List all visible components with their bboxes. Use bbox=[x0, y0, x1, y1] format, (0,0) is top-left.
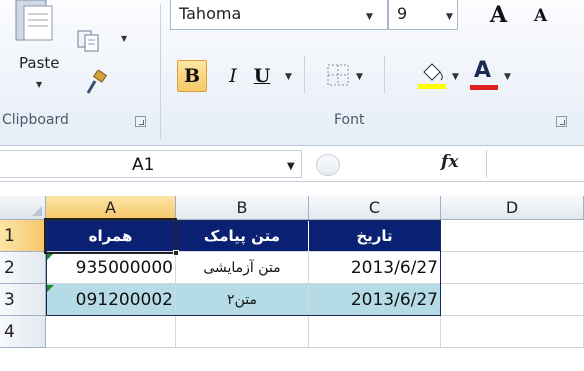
error-indicator-icon[interactable] bbox=[47, 285, 54, 292]
worksheet-grid: A B C D 1 2 3 4 همراه متن پیامک تاریخ 93… bbox=[0, 182, 584, 371]
font-name-dropdown-icon[interactable]: ▼ bbox=[366, 12, 373, 22]
fill-color-dropdown-icon[interactable]: ▼ bbox=[452, 72, 459, 82]
copy-icon[interactable] bbox=[77, 30, 107, 52]
cell-d3[interactable] bbox=[441, 284, 584, 316]
column-header-c[interactable]: C bbox=[309, 196, 441, 220]
cell-b4[interactable] bbox=[176, 316, 309, 348]
cell-d2[interactable] bbox=[441, 252, 584, 284]
error-indicator-icon[interactable] bbox=[47, 253, 54, 260]
cell-b3[interactable]: متن۲ bbox=[176, 284, 309, 316]
button-divider bbox=[304, 56, 305, 94]
name-box[interactable]: A1 ▼ bbox=[0, 150, 302, 178]
cell-a1-text: همراه bbox=[88, 226, 133, 245]
cell-c3[interactable]: 2013/6/27 bbox=[309, 284, 441, 316]
copy-dropdown-icon[interactable]: ▼ bbox=[121, 34, 127, 43]
bold-button[interactable]: B bbox=[177, 60, 207, 92]
font-name-combo[interactable]: Tahoma bbox=[170, 0, 388, 30]
cell-b1-text: متن پیامک bbox=[203, 226, 281, 245]
cell-b3-text: متن۲ bbox=[227, 291, 257, 308]
row-header-3[interactable]: 3 bbox=[0, 284, 46, 316]
font-group-label: Font bbox=[334, 112, 365, 128]
paste-button[interactable]: Paste bbox=[19, 54, 60, 72]
fill-color-icon[interactable] bbox=[418, 60, 446, 90]
row-header-4[interactable]: 4 bbox=[0, 316, 46, 348]
clipboard-dialog-launcher-icon[interactable] bbox=[135, 116, 146, 127]
grow-font-button[interactable]: A bbox=[490, 2, 507, 28]
cell-d4[interactable] bbox=[441, 316, 584, 348]
insert-function-button[interactable]: fx bbox=[441, 152, 458, 172]
clipboard-group-label: Clipboard bbox=[2, 112, 69, 128]
cell-c2-text: 2013/6/27 bbox=[350, 257, 438, 278]
ribbon: Paste ▼ ▼ Clipboard Tahoma ▼ 9 ▼ A A B I bbox=[0, 0, 584, 146]
button-divider bbox=[384, 56, 385, 94]
row-header-1[interactable]: 1 bbox=[0, 220, 46, 252]
font-dialog-launcher-icon[interactable] bbox=[556, 116, 567, 127]
paste-icon[interactable] bbox=[14, 0, 54, 42]
cell-a4[interactable] bbox=[46, 316, 176, 348]
italic-button[interactable]: I bbox=[221, 60, 245, 92]
font-color-icon: A bbox=[474, 58, 492, 83]
formula-bar: A1 ▼ fx bbox=[0, 146, 584, 182]
format-painter-icon[interactable] bbox=[85, 70, 107, 96]
formula-bar-resize-handle[interactable] bbox=[316, 154, 340, 176]
shrink-font-button[interactable]: A bbox=[534, 6, 547, 26]
column-header-d[interactable]: D bbox=[441, 196, 584, 220]
cell-b2-text: متن آزمایشی bbox=[203, 259, 281, 276]
row-header-2[interactable]: 2 bbox=[0, 252, 46, 284]
underline-button[interactable]: U bbox=[250, 60, 274, 92]
cell-a3[interactable]: 091200002 bbox=[46, 284, 176, 316]
column-header-a[interactable]: A bbox=[46, 196, 176, 220]
borders-dropdown-icon[interactable]: ▼ bbox=[356, 72, 363, 82]
cell-a3-text: 091200002 bbox=[75, 289, 173, 310]
cell-a2[interactable]: 935000000 bbox=[46, 252, 176, 284]
cell-b1[interactable]: متن پیامک bbox=[176, 220, 309, 252]
cell-c2[interactable]: 2013/6/27 bbox=[309, 252, 441, 284]
cell-a2-text: 935000000 bbox=[75, 257, 173, 278]
paste-dropdown-icon[interactable]: ▼ bbox=[36, 80, 42, 89]
cell-c1-text: تاریخ bbox=[356, 226, 393, 245]
cell-c4[interactable] bbox=[309, 316, 441, 348]
cell-c3-text: 2013/6/27 bbox=[350, 289, 438, 310]
font-color-swatch bbox=[470, 85, 498, 90]
font-color-button[interactable]: A bbox=[470, 58, 498, 92]
font-size-value: 9 bbox=[397, 4, 408, 23]
select-all-button[interactable] bbox=[0, 196, 46, 220]
cell-a1[interactable]: همراه bbox=[46, 220, 176, 252]
cell-b2[interactable]: متن آزمایشی bbox=[176, 252, 309, 284]
name-box-dropdown-icon[interactable]: ▼ bbox=[287, 161, 295, 172]
font-color-dropdown-icon[interactable]: ▼ bbox=[504, 72, 511, 82]
fill-handle[interactable] bbox=[173, 250, 179, 256]
font-size-dropdown-icon[interactable]: ▼ bbox=[446, 12, 453, 22]
borders-icon[interactable] bbox=[327, 64, 349, 86]
group-divider bbox=[160, 4, 161, 139]
formula-input[interactable] bbox=[486, 150, 584, 178]
cell-c1[interactable]: تاریخ bbox=[309, 220, 441, 252]
column-header-b[interactable]: B bbox=[176, 196, 309, 220]
cell-d1[interactable] bbox=[441, 220, 584, 252]
name-box-value: A1 bbox=[132, 155, 155, 175]
underline-dropdown-icon[interactable]: ▼ bbox=[285, 72, 292, 82]
font-name-value: Tahoma bbox=[179, 4, 242, 23]
